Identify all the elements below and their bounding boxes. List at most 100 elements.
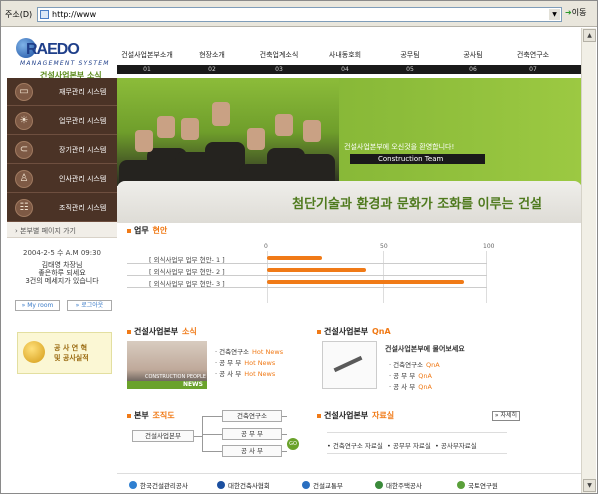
go-button[interactable]: ➜이동 — [565, 7, 586, 18]
vertical-scrollbar[interactable]: ▲ ▼ — [581, 28, 596, 493]
history-banner-line1: 공 사 연 혁 — [54, 344, 88, 352]
partner-link-2[interactable]: 대한건축사협회 — [217, 480, 270, 490]
partner-link-5[interactable]: 국토연구원 — [457, 480, 498, 490]
partner-link-3[interactable]: 건설교통부 — [302, 480, 343, 490]
qna-item-label: 공 무 부 — [393, 372, 416, 380]
nav-num-7: 07 — [529, 66, 537, 73]
partner-logo-icon — [457, 481, 465, 489]
side-menu-item-work[interactable]: ☀ 업무관리 시스템 — [7, 107, 117, 135]
axis-label-0: 0 — [264, 243, 268, 250]
partner-link-4[interactable]: 대한주택공사 — [375, 480, 422, 490]
news-photo-label: NEWS — [182, 381, 203, 388]
news-photo[interactable]: CONSTRUCTION PEOPLE NEWS — [127, 341, 207, 389]
side-menu-item-hr[interactable]: ♙ 인사관리 시스템 — [7, 165, 117, 193]
history-banner[interactable]: 공 사 연 혁 및 공사실적 — [17, 332, 112, 374]
chevron-down-icon[interactable]: ▼ — [549, 9, 560, 20]
person-icon: ♙ — [15, 170, 33, 188]
data-item[interactable]: • 공사부자료실 — [433, 442, 477, 450]
logo-system: MANAGEMENT SYSTEM — [20, 60, 110, 67]
org-icon: ☷ — [15, 199, 33, 217]
nav-item-2[interactable]: 현장소개 — [182, 50, 242, 60]
current-title-accent: 현안 — [152, 226, 168, 235]
side-menu: ▭ 재무관리 시스템 ☀ 업무관리 시스템 ⊂ 장기관리 시스템 ♙ 인사관리 … — [7, 78, 117, 222]
history-banner-line2: 및 공사실적 — [54, 354, 89, 362]
logo-brand: RAEDO — [26, 41, 80, 58]
partner-label: 대한건축사협회 — [228, 482, 270, 490]
data-item[interactable]: • 공무부 자료실 — [385, 442, 431, 450]
myroom-button[interactable]: » My room — [15, 300, 60, 311]
division-page-link-label: 본부별 페이지 가기 — [20, 227, 77, 235]
issue-row[interactable]: [ 외식사업부 업무 현안- 3 ] — [127, 277, 487, 288]
partner-label: 건설교통부 — [313, 482, 343, 490]
nav-item-3[interactable]: 건축업계소식 — [249, 50, 309, 60]
side-menu-label: 인사관리 시스템 — [59, 175, 107, 183]
qna-item[interactable]: · 건축연구소 QnA — [389, 359, 440, 369]
login-date: 2004-2-5 수 A.M 09:30 — [23, 249, 101, 257]
address-url: http://www — [52, 10, 97, 19]
org-child[interactable]: 건축연구소 — [222, 410, 282, 422]
nav-num-4: 04 — [341, 66, 349, 73]
nav-num-6: 06 — [469, 66, 477, 73]
partner-link-1[interactable]: 한국건설관리공사 — [129, 480, 188, 490]
qna-item-tag: QnA — [418, 383, 432, 391]
main-content: 업무 현안 0 50 100 [ 외식사업부 업무 현안- 1 ] [ 외식사업… — [117, 223, 582, 493]
org-go-button[interactable]: GO — [287, 438, 299, 450]
side-menu-item-longterm[interactable]: ⊂ 장기관리 시스템 — [7, 136, 117, 164]
message-count[interactable]: 3건의 메세지가 있습니다 — [11, 276, 113, 286]
face-blurred — [247, 128, 265, 150]
page-icon — [40, 10, 49, 19]
data-list: • 건축연구소 자료실 • 공무부 자료실 • 공사부자료실 — [327, 432, 507, 454]
nav-item-1[interactable]: 건설사업본부소개 — [117, 50, 177, 60]
scroll-up-icon[interactable]: ▲ — [583, 29, 596, 42]
face-blurred — [212, 102, 230, 126]
issue-bar — [267, 256, 322, 260]
browser-window: 주소(D) http://www ▼ ➜이동 RAEDO MANAGEMENT … — [0, 0, 598, 494]
slogan-banner: 첨단기술과 환경과 문화가 조화를 이루는 건설 — [117, 181, 582, 223]
org-child[interactable]: 공 사 부 — [222, 445, 282, 457]
org-child[interactable]: 공 무 부 — [222, 428, 282, 440]
qna-item[interactable]: · 공 사 부 QnA — [389, 381, 432, 391]
slogan-text: 첨단기술과 환경과 문화가 조화를 이루는 건설 — [292, 197, 542, 212]
nav-item-4[interactable]: 사내동호회 — [315, 50, 375, 60]
partner-logo-icon — [302, 481, 310, 489]
news-item[interactable]: · 공 무 부 Hot News — [215, 357, 275, 367]
news-photo-caption: CONSTRUCTION PEOPLE — [145, 374, 206, 380]
top-nav: 건설사업본부소개 현장소개 건축업계소식 사내동호회 공무팀 공사팀 건축연구소… — [117, 46, 582, 76]
side-menu-label: 조직관리 시스템 — [59, 204, 107, 212]
org-connector — [282, 434, 287, 435]
news-item[interactable]: · 건축연구소 Hot News — [215, 346, 283, 356]
face-blurred — [135, 130, 153, 152]
nav-num-2: 02 — [208, 66, 216, 73]
side-menu-item-finance[interactable]: ▭ 재무관리 시스템 — [7, 78, 117, 106]
data-item[interactable]: • 건축연구소 자료실 — [327, 442, 383, 450]
nav-item-7[interactable]: 건축연구소 — [503, 50, 563, 60]
issue-label: [ 외식사업부 업무 현안- 3 ] — [149, 280, 225, 288]
scroll-down-icon[interactable]: ▼ — [583, 479, 596, 492]
qna-item[interactable]: · 공 무 부 QnA — [389, 370, 432, 380]
face-blurred — [275, 114, 293, 136]
more-button[interactable]: » 자세히 — [492, 411, 520, 421]
division-page-link[interactable]: › 본부별 페이지 가기 — [7, 222, 117, 238]
logout-button[interactable]: » 로그아웃 — [67, 300, 112, 311]
nav-item-5[interactable]: 공무팀 — [380, 50, 440, 60]
issue-row[interactable]: [ 외식사업부 업무 현안- 2 ] — [127, 265, 487, 276]
data-item-label: 건축연구소 자료실 — [332, 442, 383, 450]
qna-ask[interactable]: 건설사업본부에 물어보세요 — [385, 344, 465, 354]
side-menu-item-org[interactable]: ☷ 조직관리 시스템 — [7, 194, 117, 222]
partner-logo-icon — [375, 481, 383, 489]
folder-icon: ▭ — [15, 83, 33, 101]
org-connector — [202, 451, 222, 452]
news-section: CONSTRUCTION PEOPLE NEWS · 건축연구소 Hot News… — [127, 326, 337, 396]
nav-item-6[interactable]: 공사팀 — [443, 50, 503, 60]
org-root[interactable]: 건설사업본부 — [132, 430, 194, 442]
partner-logo-icon — [129, 481, 137, 489]
data-item-label: 공무부 자료실 — [392, 442, 431, 450]
bullet-icon — [127, 228, 131, 233]
address-input[interactable]: http://www ▼ — [37, 7, 562, 22]
news-item-label: 공 무 부 — [219, 359, 242, 367]
partner-label: 대한주택공사 — [386, 482, 422, 490]
news-item[interactable]: · 공 사 부 Hot News — [215, 368, 275, 378]
news-item-tag: Hot News — [252, 348, 284, 356]
issue-row[interactable]: [ 외식사업부 업무 현안- 1 ] — [127, 253, 487, 264]
current-issues-heading: 업무 현안 — [127, 225, 167, 236]
